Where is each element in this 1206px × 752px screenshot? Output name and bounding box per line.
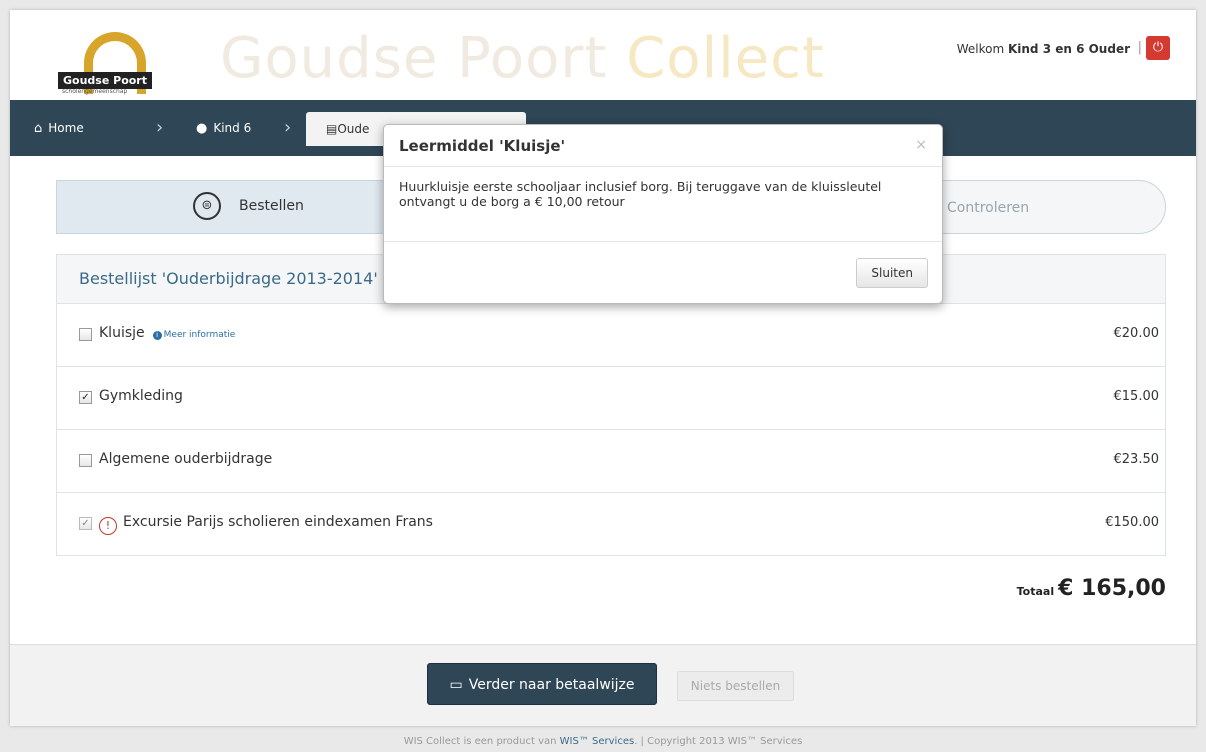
modal-footer: Sluiten <box>384 241 942 303</box>
modal-header: Leermiddel 'Kluisje' × <box>384 125 942 167</box>
info-modal: Leermiddel 'Kluisje' × Huurkluisje eerst… <box>383 124 943 304</box>
modal-backdrop[interactable] <box>0 0 1206 752</box>
modal-title: Leermiddel 'Kluisje' <box>399 137 566 155</box>
close-button[interactable]: Sluiten <box>856 258 928 288</box>
close-icon[interactable]: × <box>915 137 927 153</box>
modal-body: Huurkluisje eerste schooljaar inclusief … <box>399 179 882 209</box>
